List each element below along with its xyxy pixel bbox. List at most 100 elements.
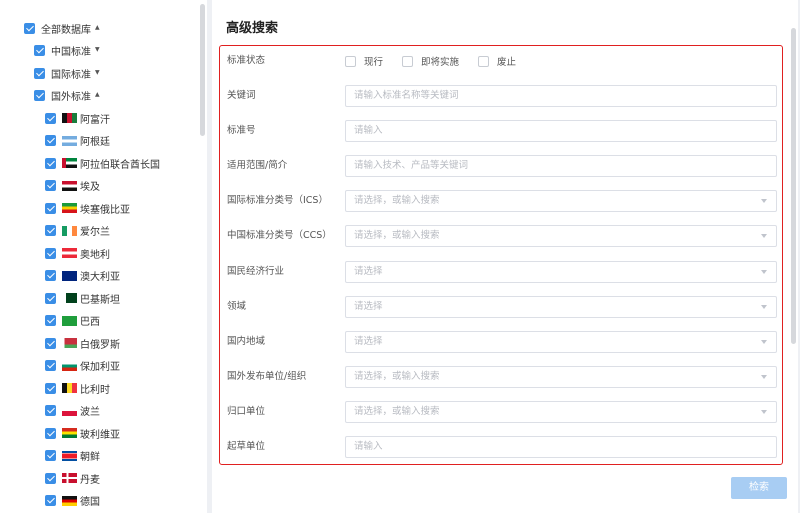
checkbox[interactable]: [45, 112, 56, 124]
germany-flag-icon: [62, 495, 77, 506]
placeholder-text: 请选择，或输入搜索: [354, 195, 440, 207]
page-title: 高级搜索: [226, 21, 279, 36]
status-option-abolished[interactable]: 废止: [478, 54, 516, 68]
form-scrollbar[interactable]: [791, 28, 796, 344]
tree-item-country[interactable]: 巴基斯坦: [45, 290, 120, 306]
checkbox[interactable]: [45, 270, 56, 281]
tree-item-all-databases[interactable]: 全部数据库 ▲: [24, 20, 100, 36]
select-field[interactable]: 请选择，或输入搜索: [345, 400, 777, 423]
checkbox[interactable]: [45, 405, 56, 416]
field-label: 起草单位: [227, 441, 266, 452]
form-row: 归口单位 请选择，或输入搜索: [220, 400, 782, 423]
tree-item-country[interactable]: 保加利亚: [45, 358, 120, 374]
tree-item-china-standards[interactable]: 中国标准 ▼: [34, 42, 100, 58]
search-button[interactable]: 检索: [731, 477, 787, 499]
tree-item-country[interactable]: 比利时: [45, 380, 110, 396]
tree-item-country[interactable]: 玻利维亚: [45, 425, 120, 441]
checkbox[interactable]: [45, 157, 56, 169]
chevron-down-icon[interactable]: [761, 304, 767, 309]
tree-item-country[interactable]: 奥地利: [45, 245, 110, 261]
tree-item-country[interactable]: 巴西: [45, 313, 100, 329]
field-label: 标准状态: [227, 55, 266, 66]
checkbox[interactable]: [478, 55, 490, 67]
tree-item-label: 中国标准: [51, 46, 91, 58]
placeholder-text: 请输入: [354, 441, 383, 452]
tree-item-country[interactable]: 澳大利亚: [45, 268, 120, 284]
option-label: 现行: [364, 57, 384, 68]
chevron-down-icon[interactable]: [761, 339, 767, 344]
select-field[interactable]: 请选择: [345, 330, 777, 353]
checkbox[interactable]: [45, 202, 56, 214]
field-label: 国民经济行业: [227, 265, 285, 277]
checkbox[interactable]: [45, 450, 56, 461]
australia-flag-icon: [62, 270, 77, 281]
checkbox[interactable]: [45, 360, 56, 371]
select-field[interactable]: 请选择: [345, 260, 777, 283]
select-field[interactable]: 请选择，或输入搜索: [345, 365, 777, 388]
chevron-down-icon[interactable]: [761, 269, 767, 274]
checkbox[interactable]: [45, 225, 56, 236]
tree-item-country[interactable]: 爱尔兰: [45, 223, 110, 239]
text-input[interactable]: 请输入: [345, 120, 777, 143]
tree-item-country[interactable]: 埃及: [45, 178, 100, 194]
tree-item-label: 爱尔兰: [80, 227, 110, 238]
checkbox[interactable]: [45, 315, 56, 326]
field-label: 国内地域: [227, 335, 266, 347]
checkbox[interactable]: [45, 247, 56, 259]
checkbox[interactable]: [34, 44, 45, 56]
tree-item-label: 朝鲜: [80, 452, 100, 463]
tree-item-country[interactable]: 埃塞俄比亚: [45, 200, 130, 216]
tree-item-country[interactable]: 德国: [45, 493, 100, 509]
tree-item-country[interactable]: 白俄罗斯: [45, 335, 120, 351]
tree-item-foreign-standards[interactable]: 国外标准 ▲: [34, 87, 100, 103]
select-field[interactable]: 请选择，或输入搜索: [345, 225, 777, 248]
tree-item-country[interactable]: 波兰: [45, 403, 100, 419]
select-field[interactable]: 请选择，或输入搜索: [345, 190, 777, 213]
tree-item-country[interactable]: 朝鲜: [45, 448, 100, 464]
status-option-upcoming[interactable]: 即将实施: [402, 54, 459, 68]
checkbox[interactable]: [45, 495, 56, 506]
checkbox[interactable]: [345, 55, 356, 67]
form-row: 中国标准分类号（CCS） 请选择，或输入搜索: [220, 225, 782, 248]
form-row: 领域 请选择: [220, 295, 782, 318]
placeholder-text: 请选择: [354, 265, 383, 277]
status-option-current[interactable]: 现行: [345, 54, 383, 68]
placeholder-text: 请输入: [354, 125, 383, 137]
ireland-flag-icon: [62, 225, 77, 236]
checkbox[interactable]: [45, 292, 56, 304]
caret-down-icon[interactable]: ▼: [95, 70, 100, 76]
bolivia-flag-icon: [62, 428, 77, 438]
caret-down-icon[interactable]: ▼: [95, 47, 100, 53]
text-input[interactable]: 请输入技术、产品等关键词: [345, 155, 777, 178]
checkbox[interactable]: [34, 67, 45, 79]
caret-up-icon[interactable]: ▲: [95, 92, 100, 98]
tree-item-country[interactable]: 丹麦: [45, 470, 100, 486]
tree-scrollbar[interactable]: [200, 4, 205, 136]
checkbox[interactable]: [45, 337, 56, 349]
tree-item-international-standards[interactable]: 国际标准 ▼: [34, 65, 100, 81]
chevron-down-icon[interactable]: [761, 374, 767, 379]
tree-item-label: 奥地利: [80, 249, 110, 261]
text-input[interactable]: 请输入: [345, 436, 777, 458]
tree-item-label: 阿富汗: [80, 114, 110, 126]
checkbox[interactable]: [45, 135, 56, 146]
checkbox[interactable]: [45, 180, 56, 191]
text-input[interactable]: 请输入标准名称等关键词: [345, 85, 777, 107]
checkbox[interactable]: [45, 427, 56, 439]
tree-item-country[interactable]: 阿拉伯联合酋长国: [45, 155, 160, 171]
checkbox[interactable]: [24, 22, 35, 34]
tree-item-label: 埃塞俄比亚: [80, 204, 130, 216]
field-label: 归口单位: [227, 405, 266, 417]
chevron-down-icon[interactable]: [761, 199, 767, 204]
chevron-down-icon[interactable]: [761, 409, 767, 414]
checkbox[interactable]: [402, 55, 414, 67]
tree-item-country[interactable]: 阿根廷: [45, 133, 110, 149]
tree-item-country[interactable]: 阿富汗: [45, 110, 110, 126]
chevron-down-icon[interactable]: [761, 234, 767, 239]
select-field[interactable]: 请选择: [345, 295, 777, 318]
checkbox[interactable]: [34, 89, 45, 101]
form-row-status: 标准状态 现行 即将实施 废止: [220, 50, 782, 72]
checkbox[interactable]: [45, 382, 56, 394]
caret-up-icon[interactable]: ▲: [95, 25, 100, 31]
checkbox[interactable]: [45, 472, 56, 484]
